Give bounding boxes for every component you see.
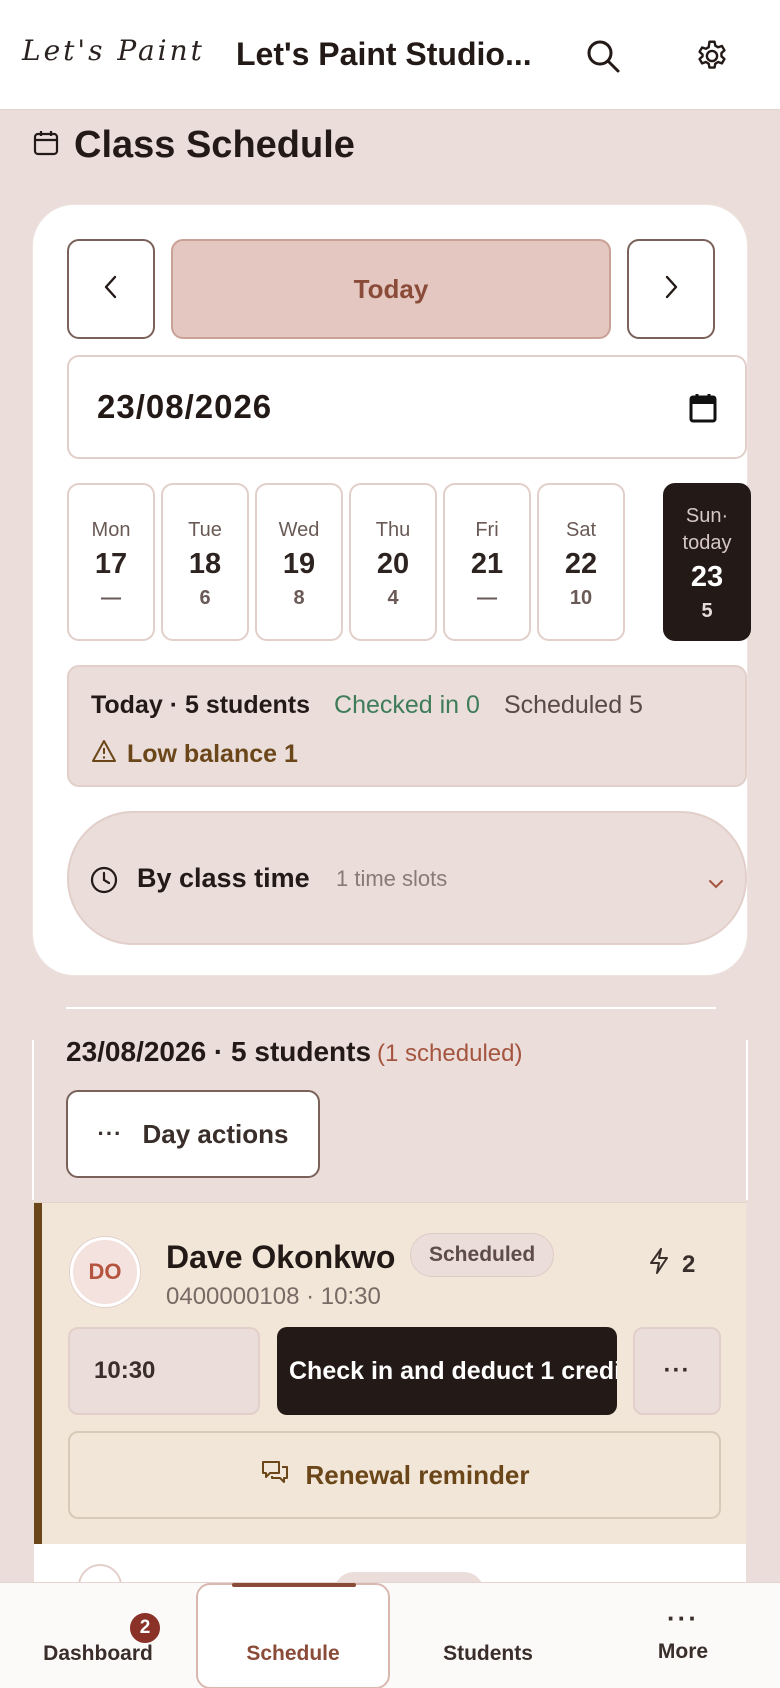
nav-students-label: Students bbox=[443, 1642, 533, 1665]
chevron-left-icon bbox=[101, 273, 121, 306]
day-date: 17 bbox=[94, 548, 128, 580]
day-list-scheduled-note: (1 scheduled) bbox=[377, 1040, 523, 1067]
chevron-down-icon bbox=[707, 877, 725, 895]
day-tuesday[interactable]: Tue 18 6 bbox=[161, 483, 249, 641]
chevron-right-icon bbox=[661, 273, 681, 306]
avatar: DO bbox=[70, 1237, 140, 1307]
student-name[interactable]: Dave Okonkwo bbox=[166, 1239, 395, 1276]
day-name: Fri bbox=[475, 519, 499, 541]
low-balance-text: Low balance 1 bbox=[127, 740, 298, 768]
schedule-card: Today 23/08/2026 Mon 17 — Tue 18 6 Wed 1… bbox=[32, 204, 751, 976]
day-date: 23 bbox=[690, 561, 724, 593]
studio-logo: Let's Paint bbox=[22, 34, 205, 67]
day-count: 4 bbox=[387, 587, 399, 609]
day-count: — bbox=[477, 587, 497, 609]
day-count: — bbox=[101, 587, 121, 609]
day-date: 20 bbox=[376, 548, 410, 580]
nav-dashboard-label: Dashboard bbox=[43, 1642, 153, 1665]
credit-count: 2 bbox=[682, 1250, 696, 1278]
day-name: Sat bbox=[565, 519, 597, 541]
day-name: Thu bbox=[375, 519, 411, 541]
gear-icon[interactable] bbox=[692, 36, 732, 76]
summary-scheduled: Scheduled 5 bbox=[503, 691, 643, 719]
day-list-heading: 23/08/2026 · 5 students (1 scheduled) bbox=[66, 1036, 522, 1068]
section-divider bbox=[66, 1007, 716, 1009]
group-by-label: By class time bbox=[137, 863, 310, 893]
chat-bubbles-icon bbox=[260, 1458, 290, 1493]
day-name: Wed bbox=[278, 519, 320, 541]
page-title: Class Schedule bbox=[74, 123, 355, 166]
summary-today: Today · 5 students bbox=[91, 691, 311, 719]
day-actions-button[interactable]: ··· Day actions bbox=[66, 1090, 320, 1178]
credit-balance: 2 bbox=[648, 1247, 695, 1282]
date-field[interactable]: 23/08/2026 bbox=[67, 355, 747, 459]
group-by-selector[interactable]: By class time 1 time slots bbox=[67, 811, 747, 945]
lightning-icon bbox=[648, 1247, 670, 1282]
renewal-reminder-label: Renewal reminder bbox=[305, 1459, 530, 1490]
nav-more-label: More bbox=[657, 1640, 709, 1663]
day-summary: Today · 5 students Checked in 0 Scheduled … bbox=[67, 665, 747, 787]
student-row: DO Dave Okonkwo Scheduled 2 0400000108 ·… bbox=[34, 1202, 746, 1545]
class-time[interactable]: 10:30 bbox=[68, 1327, 260, 1415]
low-balance-indicator[interactable]: Low balance 1 bbox=[91, 739, 298, 770]
notification-badge: 2 bbox=[128, 1611, 162, 1645]
search-icon[interactable] bbox=[583, 36, 623, 76]
day-sunday-selected[interactable]: Sun· today 23 5 bbox=[663, 483, 751, 641]
app-header: Let's Paint Let's Paint Studio... bbox=[0, 0, 780, 110]
day-count: 10 bbox=[569, 587, 593, 609]
nav-schedule[interactable]: Schedule bbox=[196, 1583, 390, 1688]
student-more-button[interactable]: ··· bbox=[633, 1327, 721, 1415]
day-saturday[interactable]: Sat 22 10 bbox=[537, 483, 625, 641]
next-student-row bbox=[34, 1544, 746, 1612]
student-meta: 0400000108 · 10:30 bbox=[166, 1283, 381, 1310]
day-name: Mon bbox=[91, 519, 131, 541]
check-in-button[interactable]: Check in and deduct 1 credit bbox=[277, 1327, 617, 1415]
day-date: 22 bbox=[564, 548, 598, 580]
today-button[interactable]: Today bbox=[171, 239, 611, 339]
nav-students[interactable]: Students bbox=[390, 1583, 586, 1688]
day-count: 5 bbox=[701, 600, 713, 622]
day-date: 19 bbox=[282, 548, 316, 580]
clock-icon bbox=[89, 865, 119, 900]
day-count: 8 bbox=[293, 587, 305, 609]
list-border-right bbox=[746, 1040, 748, 1200]
day-name: Sun· today bbox=[682, 505, 732, 554]
calendar-icon bbox=[32, 129, 60, 162]
day-thursday[interactable]: Thu 20 4 bbox=[349, 483, 437, 641]
calendar-picker-icon[interactable] bbox=[689, 393, 717, 431]
app-title: Let's Paint Studio... bbox=[236, 36, 532, 72]
renewal-reminder-button[interactable]: Renewal reminder bbox=[68, 1431, 721, 1519]
more-horizontal-icon: ··· bbox=[97, 1121, 123, 1146]
date-value: 23/08/2026 bbox=[97, 388, 273, 425]
nav-dashboard[interactable]: Dashboard bbox=[0, 1583, 196, 1688]
day-date: 18 bbox=[188, 548, 222, 580]
day-list-title: 23/08/2026 · 5 students bbox=[66, 1036, 372, 1067]
day-name: Tue bbox=[188, 519, 222, 541]
day-monday[interactable]: Mon 17 — bbox=[67, 483, 155, 641]
low-balance-accent bbox=[34, 1203, 42, 1545]
page-title-row: Class Schedule bbox=[32, 120, 355, 170]
day-actions-label: Day actions bbox=[142, 1118, 289, 1149]
prev-day-button[interactable] bbox=[67, 239, 155, 339]
day-friday[interactable]: Fri 21 — bbox=[443, 483, 531, 641]
more-horizontal-icon: ··· bbox=[663, 1357, 691, 1384]
next-day-button[interactable] bbox=[627, 239, 715, 339]
nav-more[interactable]: ··· More bbox=[586, 1583, 780, 1688]
more-horizontal-icon: ··· bbox=[667, 1603, 699, 1633]
bottom-nav: Dashboard 2 Schedule Students ··· More bbox=[0, 1582, 780, 1688]
day-count: 6 bbox=[199, 587, 211, 609]
summary-checked-in: Checked in 0 bbox=[334, 691, 480, 719]
status-badge: Scheduled bbox=[410, 1233, 555, 1277]
group-by-sub: 1 time slots bbox=[336, 866, 448, 891]
day-date: 21 bbox=[470, 548, 504, 580]
day-wednesday[interactable]: Wed 19 8 bbox=[255, 483, 343, 641]
nav-schedule-label: Schedule bbox=[246, 1642, 340, 1665]
list-border-left bbox=[32, 1040, 34, 1200]
warning-icon bbox=[91, 739, 117, 770]
